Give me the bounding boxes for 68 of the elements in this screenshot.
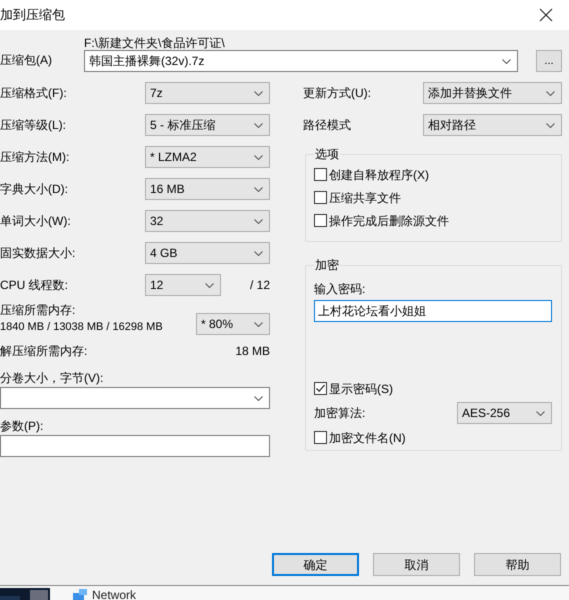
group-title: 加密 <box>314 257 340 274</box>
field-label: 路径模式 <box>303 117 351 134</box>
chevron-down-icon <box>254 322 263 326</box>
chevron-down-icon <box>254 122 263 128</box>
dropdown[interactable]: 7z <box>145 82 270 104</box>
chevron-down-icon <box>536 410 545 416</box>
field-label: 固实数据大小: <box>0 245 76 262</box>
dropdown[interactable]: 韩国主播裸舞(32v).7z <box>84 50 518 72</box>
chevron-down-icon <box>205 282 214 288</box>
memory-value: 18 MB <box>235 343 270 360</box>
dropdown[interactable]: 4 GB <box>145 242 270 264</box>
dropdown[interactable]: * LZMA2 <box>145 146 270 168</box>
dropdown[interactable]: 12 <box>145 274 221 296</box>
chevron-down-icon <box>254 250 263 256</box>
parameters-field[interactable] <box>0 435 270 457</box>
archive-path: F:\新建文件夹\食品许可证\ <box>84 35 226 50</box>
checkbox[interactable] <box>314 431 327 444</box>
chevron-down-icon <box>546 90 555 96</box>
dropdown[interactable]: 相对路径 <box>423 114 562 136</box>
field-label: 单词大小(W): <box>0 213 71 230</box>
dropdown[interactable]: AES-256 <box>457 402 552 424</box>
checkbox[interactable] <box>314 382 327 395</box>
field-label: 压缩等级(L): <box>0 117 66 134</box>
chevron-down-icon <box>254 396 263 400</box>
dropdown[interactable]: 添加并替换文件 <box>423 82 562 104</box>
dropdown[interactable] <box>0 387 270 409</box>
dropdown[interactable]: * 80% <box>196 313 270 335</box>
checkbox-label: 操作完成后删除源文件 <box>329 212 449 230</box>
field-label: 分卷大小，字节(V): <box>0 370 104 387</box>
checkbox-label: 创建自释放程序(X) <box>329 166 429 184</box>
chevron-down-icon <box>254 90 263 96</box>
dialog-button[interactable]: 帮助 <box>474 553 561 576</box>
chevron-down-icon <box>254 218 263 224</box>
password-field[interactable]: 上村花论坛看小姐姐 <box>314 300 552 322</box>
checkbox-label: 加密文件名(N) <box>329 430 406 446</box>
checkbox[interactable] <box>314 168 327 181</box>
checkbox[interactable] <box>314 191 327 204</box>
network-icon <box>72 588 88 600</box>
field-label: 压缩方法(M): <box>0 149 70 166</box>
field-label: 输入密码: <box>314 281 366 298</box>
checkbox-label: 显示密码(S) <box>329 380 393 398</box>
dropdown[interactable]: 32 <box>145 210 270 232</box>
window-title: 加到压缩包 <box>0 6 65 24</box>
dialog-button[interactable]: 确定 <box>272 553 359 576</box>
field-label: 参数(P): <box>0 418 44 435</box>
field-label: 压缩所需内存: <box>0 302 76 318</box>
chevron-down-icon <box>546 122 555 128</box>
field-label: 压缩格式(F): <box>0 85 67 102</box>
field-label: 压缩包(A) <box>0 52 53 69</box>
close-icon[interactable] <box>539 8 553 22</box>
chevron-down-icon <box>254 186 263 192</box>
dialog-button[interactable]: 取消 <box>373 553 460 576</box>
chevron-down-icon <box>502 58 511 64</box>
memory-usage: 1840 MB / 13038 MB / 16298 MB <box>0 320 164 334</box>
network-label: Network <box>92 587 136 600</box>
chevron-down-icon <box>254 154 263 160</box>
field-label: 解压缩所需内存: <box>0 343 88 360</box>
browse-button[interactable]: ... <box>536 50 562 72</box>
dropdown[interactable]: 5 - 标准压缩 <box>145 114 270 136</box>
field-label: 更新方式(U): <box>303 85 371 102</box>
field-label: CPU 线程数: <box>0 277 70 294</box>
field-label: 字典大小(D): <box>0 181 68 198</box>
field-label: 加密算法: <box>314 405 366 422</box>
group-title: 选项 <box>314 146 340 163</box>
checkbox-label: 压缩共享文件 <box>329 190 401 206</box>
thread-total: / 12 <box>250 277 270 294</box>
dropdown[interactable]: 16 MB <box>145 178 270 200</box>
checkbox[interactable] <box>314 214 327 227</box>
